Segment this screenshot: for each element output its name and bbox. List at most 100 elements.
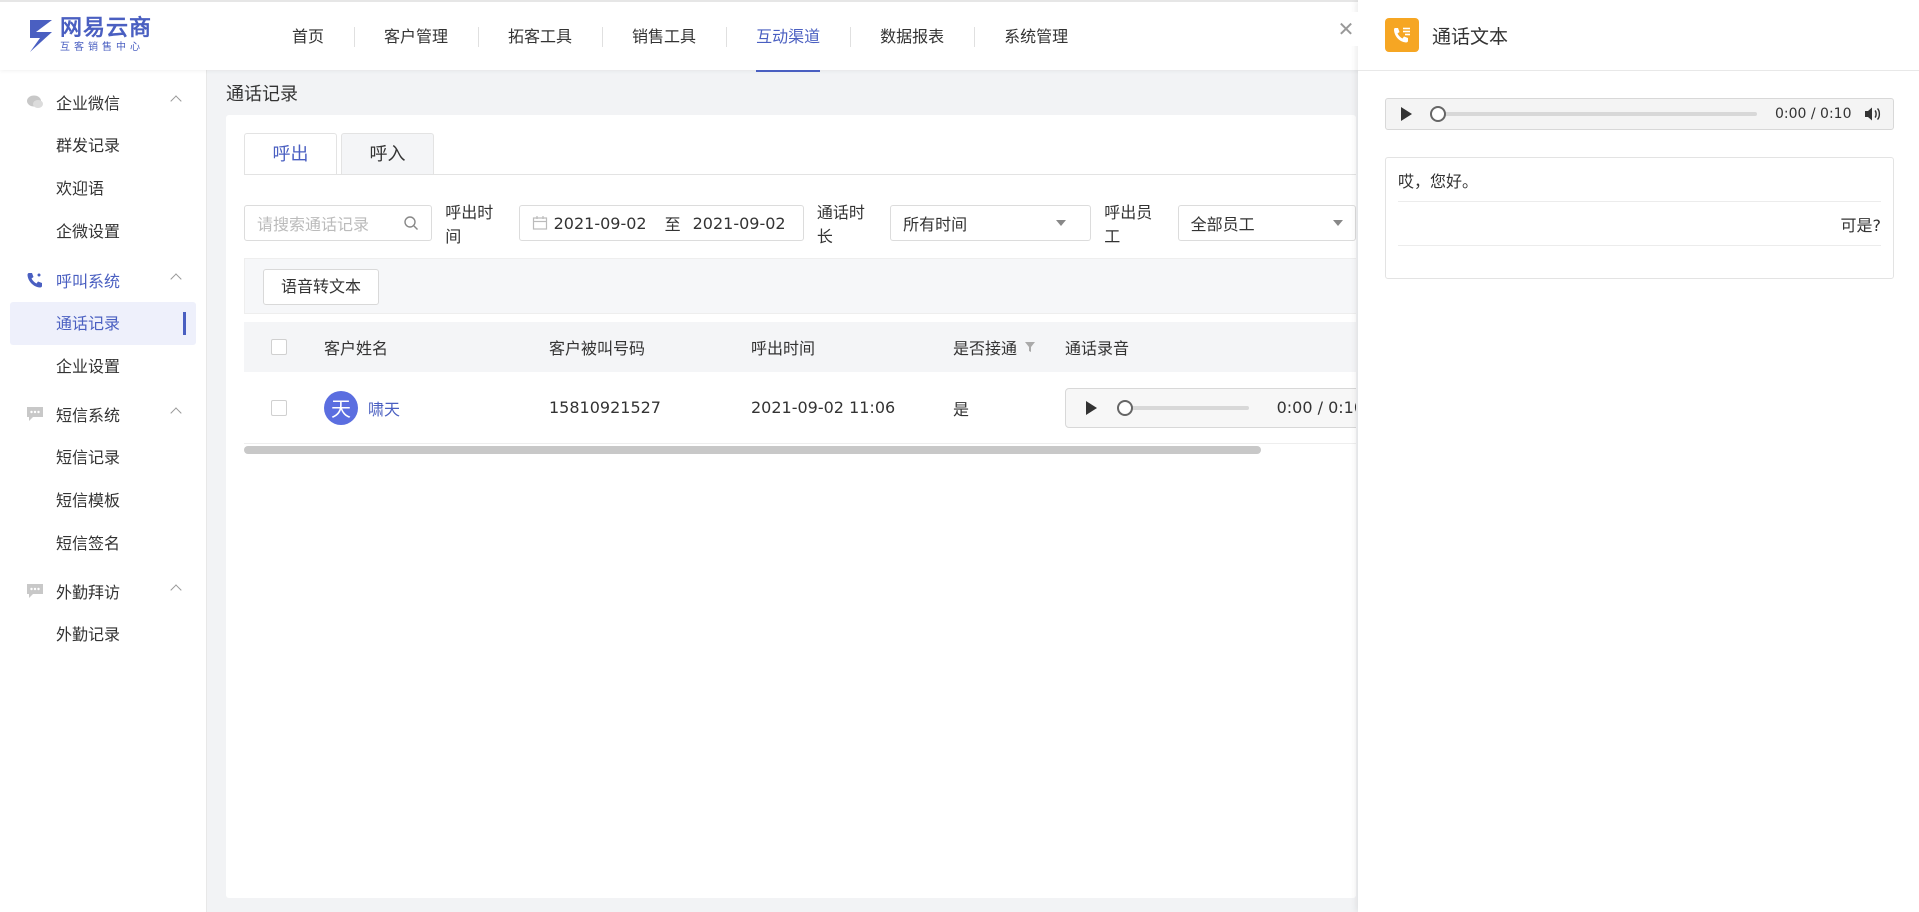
audio-progress-track[interactable] (1117, 399, 1249, 416)
select-all-checkbox[interactable] (271, 322, 287, 372)
header-connected-label: 是否接通 (953, 339, 1018, 358)
audio-progress-track[interactable] (1430, 106, 1757, 122)
sidebar-item-field-records[interactable]: 外勤记录 (0, 613, 206, 656)
sidebar-item-company-settings[interactable]: 企业设置 (0, 345, 206, 388)
search-icon[interactable] (403, 215, 419, 231)
transcript-line: 可是? (1398, 202, 1881, 246)
speech-to-text-button[interactable]: 语音转文本 (263, 269, 380, 305)
sidebar-group-label: 企业微信 (56, 94, 121, 113)
table-header: 客户姓名 客户被叫号码 呼出时间 是否接通 通话录音 (244, 322, 1356, 372)
chevron-up-icon (170, 95, 182, 107)
drawer-header: 通话文本 (1358, 0, 1919, 71)
avatar: 天 (324, 390, 358, 425)
header-call-time: 呼出时间 (751, 339, 816, 358)
play-icon[interactable] (1086, 400, 1097, 415)
nav-home[interactable]: 首页 (262, 2, 354, 72)
nav-prospecting[interactable]: 拓客工具 (478, 2, 602, 72)
nav-customers[interactable]: 客户管理 (354, 2, 478, 72)
date-start[interactable]: 2021-09-02 (554, 214, 647, 233)
header-customer-name: 客户姓名 (324, 339, 389, 358)
transcript-box: 哎，您好。 可是? (1385, 157, 1894, 279)
audio-progress-knob[interactable] (1430, 106, 1446, 122)
call-time-label: 呼出时间 (445, 203, 494, 246)
customer-name-link[interactable]: 啸天 (368, 396, 400, 420)
staff-label: 呼出员工 (1104, 203, 1153, 246)
drawer-title: 通话文本 (1432, 25, 1509, 48)
duration-select[interactable]: 所有时间 (890, 205, 1092, 241)
chevron-down-icon (1333, 220, 1344, 226)
sidebar-item-broadcast[interactable]: 群发记录 (0, 124, 206, 167)
search-input[interactable]: 请搜索通话记录 (244, 205, 433, 241)
table-row[interactable]: 天 啸天 15810921527 2021-09-02 11:06 是 0:00… (244, 372, 1356, 444)
filter-icon[interactable] (1025, 341, 1036, 353)
nav-sales-tools[interactable]: 销售工具 (602, 2, 726, 72)
main-nav: 首页 客户管理 拓客工具 销售工具 互动渠道 数据报表 系统管理 (262, 2, 1098, 72)
volume-icon[interactable] (1864, 106, 1882, 122)
tab-outgoing[interactable]: 呼出 (244, 133, 337, 175)
brand-subtitle: 互客销售中心 (60, 42, 144, 53)
transcript-line: 哎，您好。 (1398, 158, 1881, 202)
drawer-audio-player: 0:00 / 0:10 (1385, 98, 1894, 130)
chevron-up-icon (170, 584, 182, 596)
audio-progress-knob[interactable] (1117, 399, 1133, 416)
date-end[interactable]: 2021-09-02 (693, 214, 786, 233)
row-checkbox[interactable] (271, 372, 287, 443)
header-connected: 是否接通 (953, 322, 1036, 372)
nav-channels[interactable]: 互动渠道 (726, 2, 850, 72)
staff-value: 全部员工 (1190, 215, 1255, 234)
sidebar-group-label: 外勤拜访 (56, 583, 121, 602)
tab-incoming[interactable]: 呼入 (341, 133, 434, 175)
chevron-down-icon (1056, 220, 1067, 226)
sidebar-item-welcome[interactable]: 欢迎语 (0, 167, 206, 210)
search-placeholder: 请搜索通话记录 (257, 215, 370, 234)
recording-cell: 0:00 / 0:10 (1065, 372, 1356, 443)
nav-system[interactable]: 系统管理 (974, 2, 1098, 72)
transcript-drawer: 通话文本 0:00 / 0:10 哎，您好。 可是? (1358, 0, 1919, 912)
sidebar-item-sms-templates[interactable]: 短信模板 (0, 479, 206, 522)
sidebar-item-wecom-settings[interactable]: 企微设置 (0, 210, 206, 253)
sidebar-item-call-records[interactable]: 通话记录 (10, 302, 196, 345)
table-toolbar: 语音转文本 (244, 258, 1356, 314)
sidebar-group-wecom[interactable]: 企业微信 (0, 80, 206, 124)
brand-title: 网易云商 (60, 16, 153, 41)
chevron-up-icon (170, 273, 182, 285)
close-icon[interactable]: ✕ (1333, 12, 1359, 46)
date-separator: 至 (664, 215, 681, 234)
duration-value: 所有时间 (903, 215, 968, 234)
audio-player: 0:00 / 0:10 (1065, 387, 1356, 428)
sidebar-item-sms-signatures[interactable]: 短信签名 (0, 522, 206, 565)
sidebar-group-label: 短信系统 (56, 406, 121, 425)
play-icon[interactable] (1401, 107, 1412, 121)
tab-bar: 呼出 呼入 (244, 133, 438, 175)
phone-icon (25, 271, 45, 289)
customer-cell: 天 啸天 (324, 372, 400, 443)
connected-cell: 是 (953, 399, 970, 419)
calendar-icon (532, 216, 547, 230)
header-recording: 通话录音 (1065, 339, 1130, 358)
duration-label: 通话时长 (816, 203, 865, 246)
sidebar-group-call[interactable]: 呼叫系统 (0, 258, 206, 302)
date-range-picker[interactable]: 2021-09-02 至 2021-09-02 (518, 205, 804, 241)
sidebar-group-sms[interactable]: 短信系统 (0, 392, 206, 436)
call-time-cell: 2021-09-02 11:06 (751, 398, 896, 417)
sidebar: 企业微信 群发记录 欢迎语 企微设置 呼叫系统 通话记录 企业设置 短信系统 短… (0, 70, 207, 912)
header-phone: 客户被叫号码 (549, 339, 646, 358)
staff-select[interactable]: 全部员工 (1177, 205, 1356, 241)
logo-icon (30, 20, 52, 52)
phone-transcript-icon (1385, 18, 1419, 52)
brand-logo[interactable]: 网易云商 互客销售中心 (26, 16, 152, 56)
nav-reports[interactable]: 数据报表 (850, 2, 974, 72)
tab-divider (244, 174, 1356, 175)
sidebar-group-field-visit[interactable]: 外勤拜访 (0, 569, 206, 613)
message-icon (25, 582, 45, 600)
audio-time: 0:00 / 0:10 (1775, 106, 1852, 122)
chevron-up-icon (170, 407, 182, 419)
horizontal-scrollbar[interactable] (244, 446, 1261, 454)
sidebar-item-sms-records[interactable]: 短信记录 (0, 436, 206, 479)
main-card: 呼出 呼入 请搜索通话记录 呼出时间 2021-09-02 至 2021-09-… (226, 115, 1356, 898)
sidebar-group-label: 呼叫系统 (56, 272, 121, 291)
audio-time: 0:00 / 0:10 (1276, 398, 1356, 417)
chat-bubble-icon (25, 93, 45, 111)
message-icon (25, 405, 45, 423)
phone-cell: 15810921527 (549, 398, 661, 417)
